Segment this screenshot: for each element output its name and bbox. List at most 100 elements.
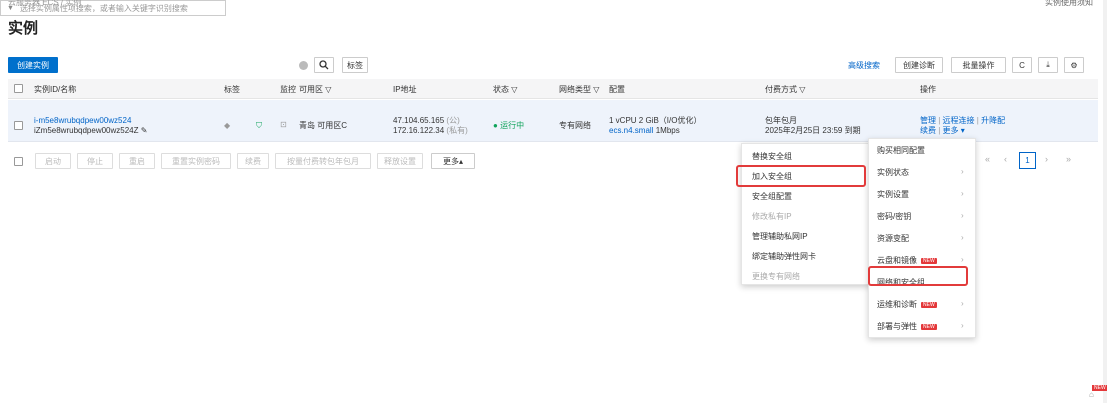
restart-button[interactable]: 重启 xyxy=(119,153,155,169)
ops-line2: 续费 | 更多 ▾ xyxy=(920,126,965,135)
create-instance-button[interactable]: 创建实例 xyxy=(8,57,58,73)
config-cpu: 1 vCPU 2 GiB（I/O优化） xyxy=(609,116,702,125)
chevron-right-icon: › xyxy=(961,189,964,198)
advanced-search-link[interactable]: 高级搜索 xyxy=(848,60,880,71)
filter-icon[interactable]: ▽ xyxy=(799,85,805,94)
config-spec: ecs.n4.small 1Mbps xyxy=(609,126,680,135)
clear-icon[interactable] xyxy=(299,61,308,70)
menu-disk-image[interactable]: 云盘和镜像 NEW xyxy=(877,255,937,266)
chevron-right-icon: › xyxy=(961,211,964,220)
spec-link[interactable]: ecs.n4.small xyxy=(609,126,653,135)
col-network[interactable]: 网络类型 ▽ xyxy=(559,84,599,95)
instance-id-link[interactable]: i-m5e8wrubqdpew00wz524 xyxy=(34,116,131,126)
chevron-right-icon: › xyxy=(961,167,964,176)
table-header: 实例ID/名称 标签 监控 可用区 ▽ IP地址 状态 ▽ 网络类型 ▽ 配置 … xyxy=(8,79,1098,99)
col-tag: 标签 xyxy=(224,85,240,94)
menu-change-vpc[interactable]: 更换专有网络 xyxy=(752,271,800,282)
create-diagnosis-button[interactable]: 创建诊断 xyxy=(895,57,943,73)
network-type: 专有网络 xyxy=(559,121,591,130)
chevron-right-icon: › xyxy=(961,321,964,330)
highlight-join-security-group xyxy=(736,165,866,187)
prev-page-icon[interactable]: ‹ xyxy=(1004,154,1007,164)
security-icon[interactable]: ⛉ xyxy=(256,121,262,131)
ops-line1: 管理 | 远程连接 | 升降配 xyxy=(920,116,1006,125)
next-page-icon[interactable]: › xyxy=(1045,154,1048,164)
col-status[interactable]: 状态 ▽ xyxy=(493,84,517,95)
chevron-right-icon: › xyxy=(961,233,964,242)
renew-button[interactable]: 续费 xyxy=(237,153,269,169)
tag-filter-button[interactable]: 标签 xyxy=(342,57,368,73)
menu-resource-change[interactable]: 资源变配 xyxy=(877,233,909,244)
last-page-icon[interactable]: » xyxy=(1066,154,1071,164)
more-link[interactable]: 更多 ▾ xyxy=(943,126,965,135)
filter-icon[interactable]: ▽ xyxy=(593,85,599,94)
col-monitor: 监控 xyxy=(280,85,296,94)
bulk-select-checkbox[interactable] xyxy=(14,157,23,166)
help-link[interactable]: 实例使用须知 xyxy=(1045,0,1093,8)
first-page-icon[interactable]: « xyxy=(985,154,990,164)
col-operation: 操作 xyxy=(920,85,936,94)
bulk-more-button[interactable]: 更多 ▴ xyxy=(431,153,475,169)
more-menu: 购买相同配置 实例状态 › 实例设置 › 密码/密钥 › 资源变配 › 云盘和镜… xyxy=(868,138,976,338)
page-scrollbar[interactable] xyxy=(1103,0,1107,403)
col-id: 实例ID/名称 xyxy=(34,85,77,94)
public-ip: 47.104.65.165 (公) xyxy=(393,116,460,125)
chevron-right-icon: › xyxy=(961,299,964,308)
menu-instance-settings[interactable]: 实例设置 xyxy=(877,189,909,200)
menu-password-key[interactable]: 密码/密钥 xyxy=(877,211,911,222)
menu-buy-same-config[interactable]: 购买相同配置 xyxy=(877,145,925,156)
edit-icon[interactable]: ✎ xyxy=(141,126,148,135)
table-row: i-m5e8wrubqdpew00wz524 iZm5e8wrubqdpew00… xyxy=(8,100,1098,142)
highlight-network-security xyxy=(868,266,968,286)
menu-deploy-elastic[interactable]: 部署与弹性 NEW xyxy=(877,321,937,332)
search-button[interactable] xyxy=(314,57,334,73)
monitor-icon[interactable]: ⊡ xyxy=(280,120,287,130)
convert-billing-button[interactable]: 按量付费转包年包月 xyxy=(275,153,371,169)
new-badge: NEW xyxy=(921,257,937,264)
batch-operation-button[interactable]: 批量操作 xyxy=(951,57,1006,73)
filter-icon[interactable]: ▽ xyxy=(511,85,517,94)
col-config: 配置 xyxy=(609,85,625,94)
manage-link[interactable]: 管理 xyxy=(920,116,936,125)
expire-time: 2025年2月25日 23:59 到期 xyxy=(765,126,861,135)
zone-value: 青岛 可用区C xyxy=(299,121,347,130)
assistant-icon[interactable]: ⌂ xyxy=(1089,390,1103,403)
breadcrumb[interactable]: 云服务器 ECS / 实例 xyxy=(8,0,81,8)
private-ip: 172.16.122.34 (私有) xyxy=(393,126,468,135)
upgrade-link[interactable]: 升降配 xyxy=(981,116,1005,125)
filter-icon[interactable]: ▽ xyxy=(325,85,331,94)
check-circle-icon: ● xyxy=(493,121,498,130)
row-checkbox[interactable] xyxy=(14,121,23,130)
menu-modify-private-ip[interactable]: 修改私有IP xyxy=(752,211,792,222)
new-badge: NEW xyxy=(921,323,937,330)
col-pay[interactable]: 付费方式 ▽ xyxy=(765,84,805,95)
refresh-button[interactable]: C xyxy=(1012,57,1032,73)
menu-bind-eni[interactable]: 绑定辅助弹性网卡 xyxy=(752,251,816,262)
refresh-icon: C xyxy=(1019,60,1025,70)
remote-connect-link[interactable]: 远程连接 xyxy=(943,116,975,125)
search-icon xyxy=(319,60,329,70)
menu-security-group-config[interactable]: 安全组配置 xyxy=(752,191,792,202)
settings-button[interactable]: ⚙ xyxy=(1064,57,1084,73)
renew-link[interactable]: 续费 xyxy=(920,126,936,135)
col-zone[interactable]: 可用区 ▽ xyxy=(299,84,331,95)
chevron-right-icon: › xyxy=(961,255,964,264)
assistant-new-badge: NEW xyxy=(1092,385,1107,391)
menu-replace-security-group[interactable]: 替换安全组 xyxy=(752,151,792,162)
col-ip: IP地址 xyxy=(393,85,417,94)
download-icon: ⤓ xyxy=(1046,60,1050,69)
menu-manage-secondary-ip[interactable]: 管理辅助私网IP xyxy=(752,231,808,242)
stop-button[interactable]: 停止 xyxy=(77,153,113,169)
tag-icon[interactable]: ◆ xyxy=(224,121,230,131)
download-button[interactable]: ⤓ xyxy=(1038,57,1058,73)
menu-instance-status[interactable]: 实例状态 xyxy=(877,167,909,178)
reset-password-button[interactable]: 重置实例密码 xyxy=(161,153,231,169)
start-button[interactable]: 启动 xyxy=(35,153,71,169)
menu-ops-diagnosis[interactable]: 运维和诊断 NEW xyxy=(877,299,937,310)
pay-type: 包年包月 xyxy=(765,116,797,125)
select-all-checkbox[interactable] xyxy=(14,84,23,93)
page-title: 实例 xyxy=(8,20,39,37)
page-number-current[interactable]: 1 xyxy=(1019,152,1036,169)
release-settings-button[interactable]: 释放设置 xyxy=(377,153,423,169)
new-badge: NEW xyxy=(921,301,937,308)
